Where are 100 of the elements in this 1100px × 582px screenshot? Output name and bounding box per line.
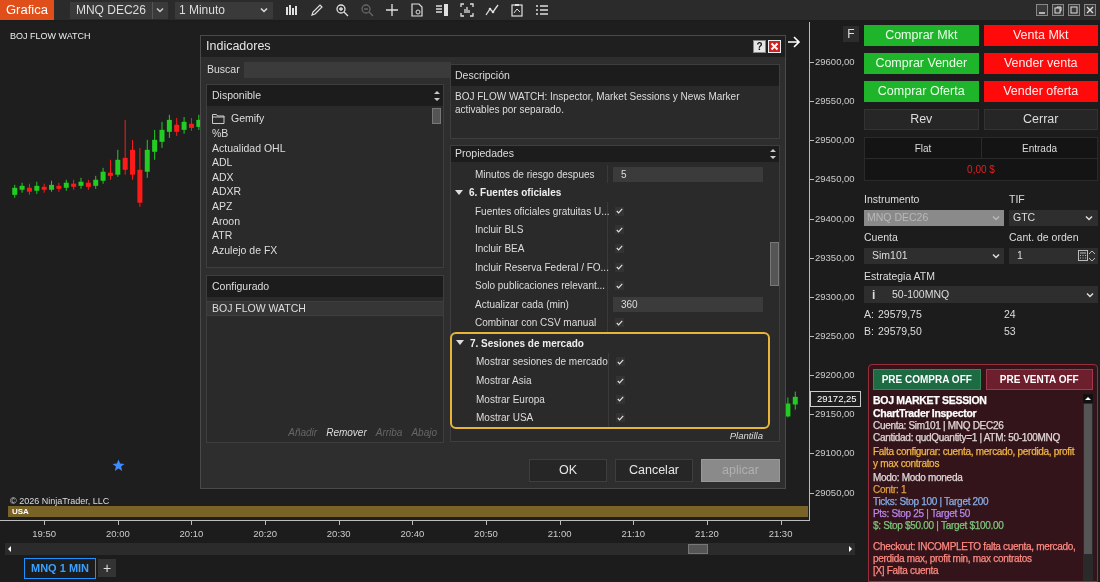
- number-field[interactable]: 5: [613, 166, 763, 182]
- pnl-value: 0,00 $: [966, 163, 996, 177]
- list-item[interactable]: ADXR: [212, 184, 432, 200]
- time-label: 21:00: [546, 527, 573, 541]
- order-button[interactable]: Venta Mkt: [983, 25, 1098, 46]
- app-tab[interactable]: Grafica: [0, 0, 54, 20]
- property-label: Mostrar Asia: [452, 371, 609, 390]
- bar-chart-icon[interactable]: [284, 3, 299, 17]
- template-link[interactable]: Plantilla: [451, 429, 779, 444]
- time-label: 20:50: [473, 527, 499, 541]
- new-tab-button[interactable]: +: [98, 559, 117, 578]
- inspector-line: Ticks: Stop 100 | Target 200: [873, 496, 990, 509]
- price-label: 29100,00: [815, 448, 855, 458]
- help-button[interactable]: ?: [753, 40, 766, 53]
- order-button[interactable]: Cerrar: [983, 109, 1098, 130]
- list-item[interactable]: ADX: [212, 170, 432, 185]
- checkbox[interactable]: [615, 206, 624, 216]
- atm-select[interactable]: i 50-100MNQ: [864, 286, 1098, 304]
- quote-side: B:: [864, 324, 875, 340]
- list-item[interactable]: Azulejo de FX: [212, 243, 432, 258]
- scrollbar[interactable]: [1083, 394, 1093, 581]
- checkbox[interactable]: [616, 357, 625, 367]
- scale-button[interactable]: F: [843, 26, 859, 42]
- chart-tab[interactable]: MNQ 1 MIN: [24, 557, 97, 579]
- number-field[interactable]: 360: [613, 296, 763, 312]
- account-select[interactable]: Sim101: [864, 247, 1004, 264]
- inspector-line: Modo: Modo moneda: [873, 472, 964, 485]
- bars-icon[interactable]: [434, 3, 449, 17]
- time-label: 20:00: [104, 527, 131, 541]
- chart-title: BOJ FLOW WATCH: [10, 30, 91, 43]
- description-text: BOJ FLOW WATCH: Inspector, Market Sessions y News Marker activables por separado.: [454, 90, 741, 116]
- crosshair-icon[interactable]: [384, 3, 399, 17]
- close-icon[interactable]: [1084, 4, 1096, 16]
- sort-icon[interactable]: [433, 88, 441, 103]
- field-label: Instrumento: [864, 192, 921, 207]
- interval-dropdown[interactable]: 1 Minuto: [174, 1, 273, 19]
- list-item[interactable]: ATR: [212, 228, 432, 244]
- clipboard-icon[interactable]: [509, 3, 524, 17]
- dialog-button[interactable]: OK: [529, 459, 607, 482]
- dialog-title: Indicadores: [206, 38, 272, 56]
- quote-price: 29579,75: [877, 307, 923, 323]
- list-icon[interactable]: [534, 3, 549, 17]
- scroll-thumb[interactable]: [1084, 404, 1092, 555]
- inspector-line: Cuenta: Sim101 | MNQ DEC26: [873, 420, 1005, 433]
- document-search-icon[interactable]: [409, 3, 424, 17]
- tif-select[interactable]: GTC: [1009, 209, 1098, 226]
- order-button[interactable]: Rev: [864, 109, 979, 130]
- minimize-icon[interactable]: [1036, 4, 1048, 16]
- list-item[interactable]: %B: [212, 126, 432, 142]
- spinner-icon[interactable]: [1088, 249, 1096, 262]
- field-label: Cant. de orden: [1009, 229, 1080, 245]
- zoom-in-icon[interactable]: [334, 3, 349, 17]
- collapse-icon[interactable]: [455, 189, 463, 196]
- checkbox[interactable]: [615, 225, 624, 235]
- scroll-left-icon[interactable]: [6, 544, 13, 554]
- restore-icon[interactable]: [1052, 4, 1064, 16]
- field-label: Cuenta: [864, 229, 899, 245]
- check-icon: [616, 245, 623, 252]
- chevron-down-icon: [258, 5, 269, 15]
- search-field[interactable]: [243, 61, 451, 78]
- line-chart-icon[interactable]: [484, 3, 499, 17]
- checkbox[interactable]: [615, 281, 624, 291]
- checkbox[interactable]: [616, 413, 625, 423]
- action-link[interactable]: Remover: [326, 424, 367, 440]
- quantity-field[interactable]: 1: [1009, 247, 1098, 264]
- check-icon: [617, 396, 624, 403]
- checkbox[interactable]: [616, 394, 625, 404]
- time-label: 20:40: [399, 527, 426, 541]
- chart-frame-icon[interactable]: [459, 3, 474, 17]
- toggle-button[interactable]: PRE VENTA OFF: [985, 369, 1093, 391]
- scroll-thumb[interactable]: [432, 108, 441, 124]
- maximize-icon[interactable]: [1068, 4, 1080, 16]
- order-button[interactable]: Vender oferta: [983, 81, 1098, 102]
- price-label: 29250,00: [815, 331, 855, 341]
- scrollbar[interactable]: [5, 543, 855, 555]
- checkbox[interactable]: [615, 318, 624, 328]
- list-item[interactable]: APZ: [212, 199, 432, 215]
- scroll-up-icon[interactable]: [1083, 394, 1093, 404]
- category-label: 7. Sesiones de mercado: [470, 336, 584, 351]
- calculator-icon[interactable]: [1078, 250, 1088, 261]
- list-item[interactable]: BOJ FLOW WATCH: [207, 301, 443, 316]
- sort-icon[interactable]: [769, 146, 777, 161]
- order-button[interactable]: Vender venta: [983, 53, 1098, 74]
- inspector-line: $: Stop $50.00 | Target $100.00: [873, 520, 1005, 533]
- price-label: 29350,00: [815, 252, 855, 263]
- checkbox[interactable]: [616, 376, 625, 386]
- dialog-button[interactable]: Cancelar: [615, 459, 693, 482]
- list-item[interactable]: Actualidad OHL: [212, 141, 432, 156]
- scroll-thumb[interactable]: [688, 544, 708, 554]
- checkbox[interactable]: [615, 262, 624, 272]
- scroll-thumb[interactable]: [770, 241, 779, 286]
- list-item[interactable]: Aroon: [212, 214, 432, 229]
- toggle-button[interactable]: PRE COMPRA OFF: [873, 369, 981, 391]
- list-item[interactable]: ADL: [212, 155, 432, 171]
- checkbox[interactable]: [615, 243, 624, 253]
- list-item[interactable]: Gemify: [212, 112, 432, 127]
- instrument-dropdown[interactable]: MNQ DEC26: [69, 1, 168, 19]
- collapse-icon[interactable]: [456, 340, 464, 347]
- pencil-icon[interactable]: [309, 3, 324, 17]
- scroll-right-icon[interactable]: [847, 544, 854, 554]
